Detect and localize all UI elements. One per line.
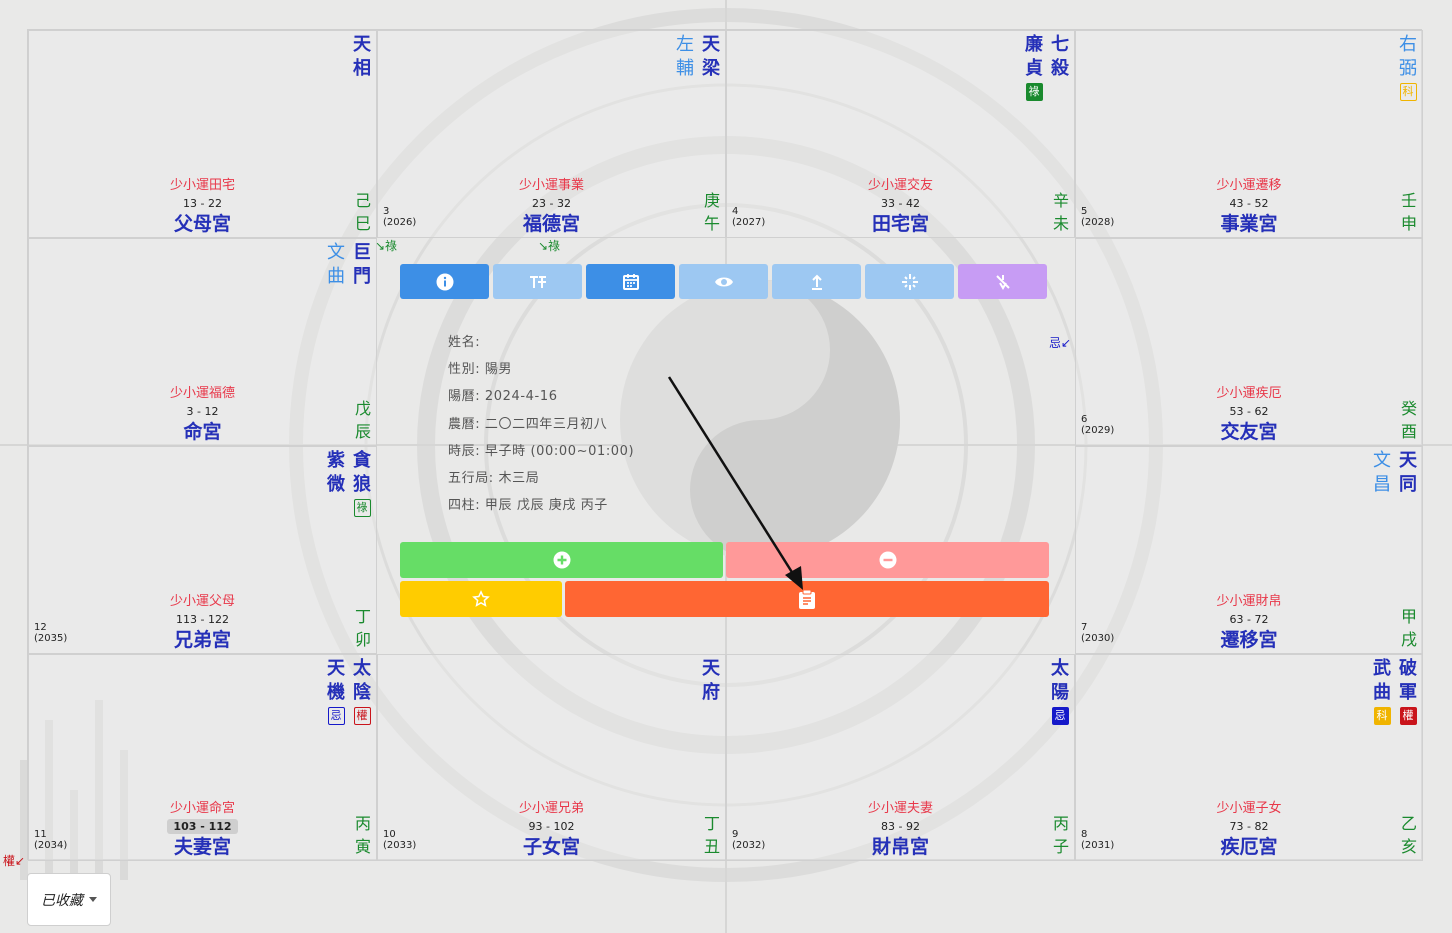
saved-dropdown-label: 已收藏 — [41, 892, 83, 909]
saved-dropdown[interactable]: 已收藏 — [27, 873, 111, 926]
chevron-down-icon — [89, 897, 97, 902]
annotation-arrow — [667, 376, 803, 590]
